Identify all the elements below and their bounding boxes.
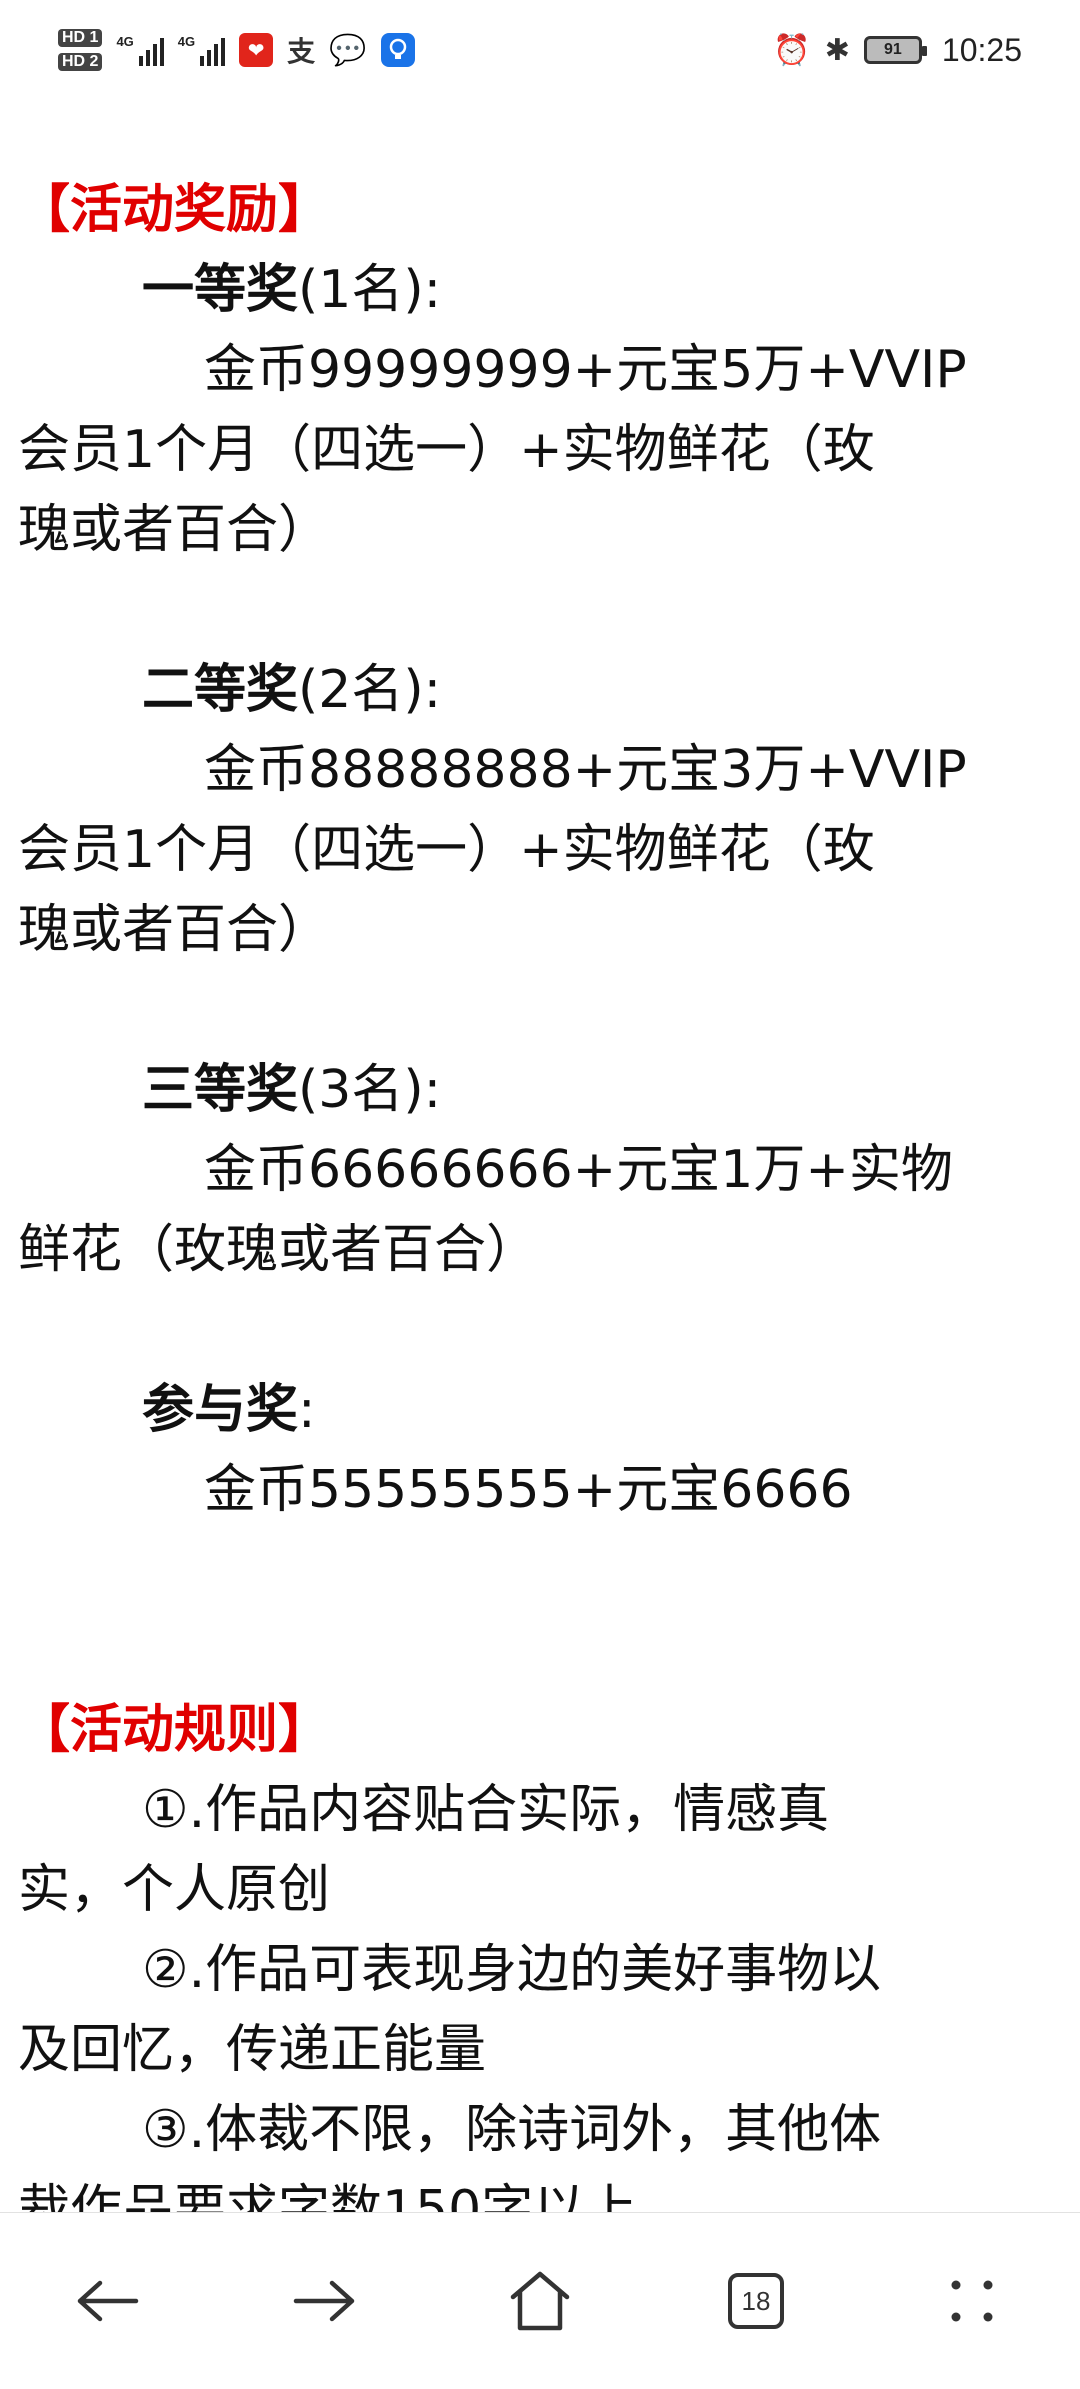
first-prize-line-1: 金币99999999+元宝5万+VVIP (204, 340, 967, 400)
third-prize-title-line: 三等奖(3名): (18, 1050, 1062, 1130)
status-bar: HD 1 HD 2 4G 4G ❤ 支 💬 ⏰ ✱ 91 10:25 (0, 0, 1080, 100)
third-prize-line-1: 金币66666666+元宝1万+实物 (204, 1140, 953, 1200)
home-button[interactable] (480, 2241, 600, 2361)
hd-indicators: HD 1 HD 2 (58, 29, 103, 71)
first-prize-line-3: 瑰或者百合） (18, 500, 331, 560)
bluetooth-icon: ✱ (824, 32, 850, 68)
first-prize-line-2: 会员1个月（四选一）+实物鲜花（玫 (18, 420, 875, 480)
first-prize-count: (1名): (298, 260, 442, 320)
second-prize-line-2: 会员1个月（四选一）+实物鲜花（玫 (18, 820, 875, 880)
second-prize-count: (2名): (298, 660, 442, 720)
lightbulb-app-icon (380, 33, 415, 67)
back-button[interactable] (48, 2241, 168, 2361)
tabs-count-badge: 18 (728, 2273, 784, 2329)
signal-icon-2: 4G (177, 34, 226, 66)
house-icon (510, 2271, 570, 2331)
status-bar-left: HD 1 HD 2 4G 4G ❤ 支 💬 (58, 29, 415, 71)
pinduoduo-app-icon: ❤ (239, 33, 274, 67)
third-prize-count: (3名): (298, 1060, 442, 1120)
bottom-nav-bar: 18 (0, 2212, 1080, 2389)
rule-1-line-2: 实，个人原创 (18, 1860, 331, 1920)
first-prize-title: 一等奖 (142, 260, 299, 320)
tabs-button[interactable]: 18 (696, 2241, 816, 2361)
signal-icon: 4G (116, 34, 164, 66)
participation-prize-line-1: 金币55555555+元宝6666 (204, 1460, 853, 1520)
clock: 10:25 (941, 31, 1022, 68)
arrow-left-icon (77, 2280, 139, 2322)
arrow-right-icon (293, 2280, 355, 2322)
battery-level: 91 (884, 41, 902, 58)
participation-prize-title: 参与奖 (142, 1380, 299, 1440)
first-prize-title-line: 一等奖(1名): (18, 250, 1062, 330)
hd2-badge: HD 2 (58, 53, 103, 71)
menu-button[interactable] (912, 2241, 1032, 2361)
second-prize-line-1: 金币88888888+元宝3万+VVIP (204, 740, 967, 800)
rule-2-line-2: 及回忆，传递正能量 (18, 2020, 487, 2080)
third-prize-title: 三等奖 (142, 1060, 299, 1120)
second-prize-line-3: 瑰或者百合） (18, 900, 331, 960)
participation-prize-title-line: 参与奖: (18, 1370, 1062, 1450)
four-dots-icon (951, 2280, 993, 2322)
second-prize-title-line: 二等奖(2名): (18, 650, 1062, 730)
rules-heading: 【活动规则】 (18, 1700, 331, 1760)
message-bubble-icon: 💬 (329, 32, 367, 68)
participation-prize-colon: : (298, 1380, 316, 1440)
rewards-heading: 【活动奖励】 (18, 180, 331, 240)
hd1-badge: HD 1 (58, 29, 103, 47)
status-bar-right: ⏰ ✱ 91 10:25 (773, 32, 1022, 69)
signal2-label: 4G (177, 34, 196, 49)
forward-button[interactable] (264, 2241, 384, 2361)
rule-3-line-1: ③.体裁不限，除诗词外，其他体 (142, 2100, 882, 2160)
battery-icon: 91 (863, 36, 927, 64)
third-prize-line-2: 鲜花（玫瑰或者百合） (18, 1220, 539, 1280)
second-prize-title: 二等奖 (142, 660, 299, 720)
rule-1-line-1: ①.作品内容贴合实际，情感真 (142, 1780, 830, 1840)
article-content: 【活动奖励】 一等奖(1名): 金币99999999+元宝5万+VVIP 会员1… (18, 170, 1062, 2250)
signal1-label: 4G (116, 34, 134, 49)
alipay-icon: 支 (287, 35, 316, 68)
rule-2-line-1: ②.作品可表现身边的美好事物以 (142, 1940, 882, 2000)
alarm-icon: ⏰ (773, 32, 811, 68)
